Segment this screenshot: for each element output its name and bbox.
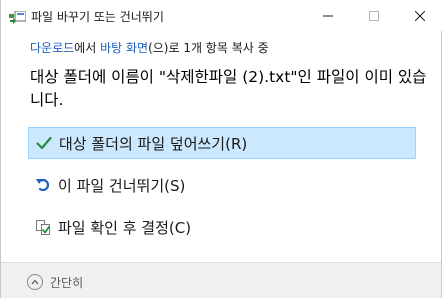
skip-arrow-icon [34,176,52,194]
collapse-details-button[interactable] [27,274,43,290]
checkmark-icon [35,134,53,152]
replace-file-option[interactable]: 대상 폴더의 파일 덮어쓰기(R) [28,127,416,159]
conflict-message: 대상 폴더에 이름이 "삭제한파일 (2).txt"인 파일이 이미 있습니다. [30,68,427,109]
destination-folder-link[interactable]: 바탕 화면 [100,41,148,55]
copy-progress-text: 다운로드에서 바탕 화면(으)로 1개 항목 복사 중 [30,39,269,56]
compare-files-icon [34,218,52,236]
minimize-button[interactable] [305,0,351,31]
skip-option-label: 이 파일 건너뛰기(S) [58,176,186,195]
copy-app-icon [9,9,27,24]
decide-option-label: 파일 확인 후 결정(C) [58,218,192,237]
replace-option-label: 대상 폴더의 파일 덮어쓰기(R) [59,134,248,153]
progress-text-status: (으)로 1개 항목 복사 중 [148,41,269,55]
title-bar[interactable]: 파일 바꾸기 또는 건너뛰기 [1,0,442,31]
progress-text-from: 에서 [74,41,101,55]
maximize-button[interactable] [351,0,397,31]
replace-or-skip-dialog: 파일 바꾸기 또는 건너뛰기 다운로드에서 바탕 화면(으)로 1개 항목 복사… [0,0,442,298]
window-title: 파일 바꾸기 또는 건너뛰기 [31,10,164,24]
close-button[interactable] [397,0,442,31]
dialog-footer: 간단히 [1,262,441,298]
skip-file-option[interactable]: 이 파일 건너뛰기(S) [28,169,416,201]
decide-each-file-option[interactable]: 파일 확인 후 결정(C) [28,211,416,243]
minimize-icon [323,15,333,16]
close-icon [415,10,425,21]
source-folder-link[interactable]: 다운로드 [30,41,74,55]
collapse-details-label[interactable]: 간단히 [50,274,83,291]
chevron-up-icon [31,279,39,285]
maximize-icon [369,10,379,21]
